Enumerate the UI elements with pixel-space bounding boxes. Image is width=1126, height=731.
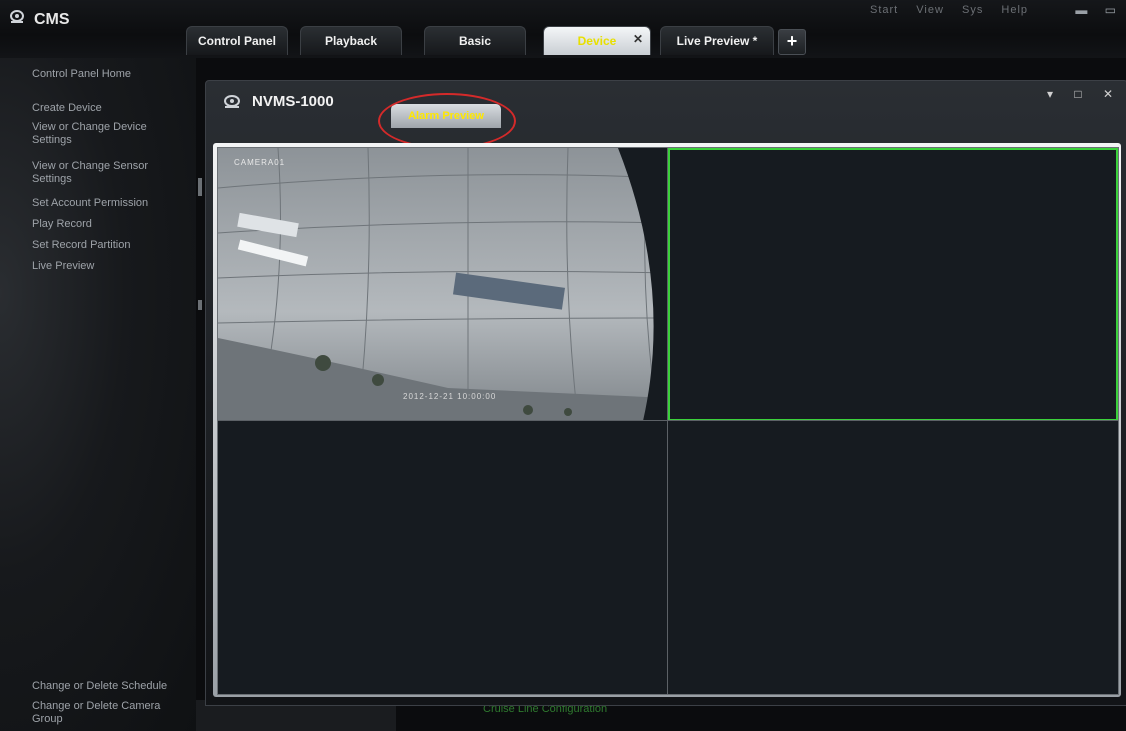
tab-label: Playback (324, 34, 378, 48)
video-cell-4[interactable] (668, 421, 1118, 694)
sidebar-item-camera-group[interactable]: Change or Delete Camera Group (32, 700, 182, 726)
sidebar-item-record-partition[interactable]: Set Record Partition (32, 239, 182, 252)
sidebar-item-device-settings[interactable]: View or Change Device Settings (32, 121, 182, 147)
nvms-dialog: NVMS-1000 ▾ □ ✕ Alarm Preview CAMERA01 2… (205, 80, 1126, 706)
video-frame: CAMERA01 2012-12-21 10:00:00 (213, 143, 1121, 697)
video-cell-1[interactable]: CAMERA01 2012-12-21 10:00:00 (218, 148, 668, 421)
video-grid: CAMERA01 2012-12-21 10:00:00 (217, 147, 1119, 695)
tab-playback[interactable]: Playback (300, 26, 402, 55)
sidebar-resize-handle[interactable] (198, 178, 202, 196)
camera-timestamp-overlay: 2012-12-21 10:00:00 (403, 392, 497, 401)
tab-label: Basic (458, 34, 492, 48)
sidebar-resize-handle[interactable] (198, 300, 202, 310)
camera-logo-icon (224, 95, 240, 108)
tab-label: Control Panel (197, 34, 276, 48)
main-menu: Start View Sys Help (870, 4, 1042, 16)
sidebar-item-control-panel-home[interactable]: Control Panel Home (32, 68, 182, 81)
close-icon[interactable]: ✕ (1103, 87, 1113, 101)
sidebar-item-create-device[interactable]: Create Device (32, 102, 182, 115)
sidebar-item-play-record[interactable]: Play Record (32, 218, 182, 231)
sidebar: Control Panel Home Create Device View or… (0, 58, 196, 731)
app-title: CMS (34, 11, 70, 28)
sidebar-item-account-permission[interactable]: Set Account Permission (32, 197, 182, 210)
tab-live-preview[interactable]: Live Preview * (660, 26, 774, 55)
app-logo-icon (10, 10, 24, 23)
camera-name-overlay: CAMERA01 (234, 158, 286, 167)
sidebar-item-schedule[interactable]: Change or Delete Schedule (32, 680, 182, 693)
video-cell-2-selected[interactable] (668, 148, 1118, 421)
grid-divider (667, 148, 668, 694)
maximize-icon[interactable]: ▭ (1105, 3, 1116, 17)
dialog-title: NVMS-1000 (252, 93, 334, 110)
close-tab-icon[interactable]: ✕ (633, 25, 643, 53)
title-bar: CMS Start View Sys Help ▬ ▭ Control Pane… (0, 0, 1126, 58)
minimize-icon[interactable]: ▬ (1075, 3, 1087, 17)
add-tab-button[interactable]: + (778, 29, 806, 55)
dialog-controls: ▾ □ ✕ (1029, 87, 1113, 101)
menu-help[interactable]: Help (1001, 4, 1028, 16)
tab-device[interactable]: Device ✕ (543, 26, 651, 55)
window-controls: ▬ ▭ (1061, 3, 1116, 17)
maximize-icon[interactable]: □ (1074, 87, 1081, 101)
sidebar-item-live-preview[interactable]: Live Preview (32, 260, 182, 273)
menu-sys[interactable]: Sys (962, 4, 983, 16)
dropdown-icon[interactable]: ▾ (1047, 87, 1053, 101)
video-cell-3[interactable] (218, 421, 668, 694)
tab-label: Device (577, 34, 617, 48)
menu-start[interactable]: Start (870, 4, 898, 16)
tab-control-panel[interactable]: Control Panel (186, 26, 288, 55)
annotation-highlight-ring (378, 93, 516, 149)
menu-view[interactable]: View (916, 4, 944, 16)
tab-label: Live Preview * (676, 34, 758, 48)
grid-divider (218, 420, 1118, 421)
sidebar-item-sensor-settings[interactable]: View or Change Sensor Settings (32, 160, 182, 186)
camera-feed-image (218, 148, 668, 421)
tab-basic[interactable]: Basic (424, 26, 526, 55)
